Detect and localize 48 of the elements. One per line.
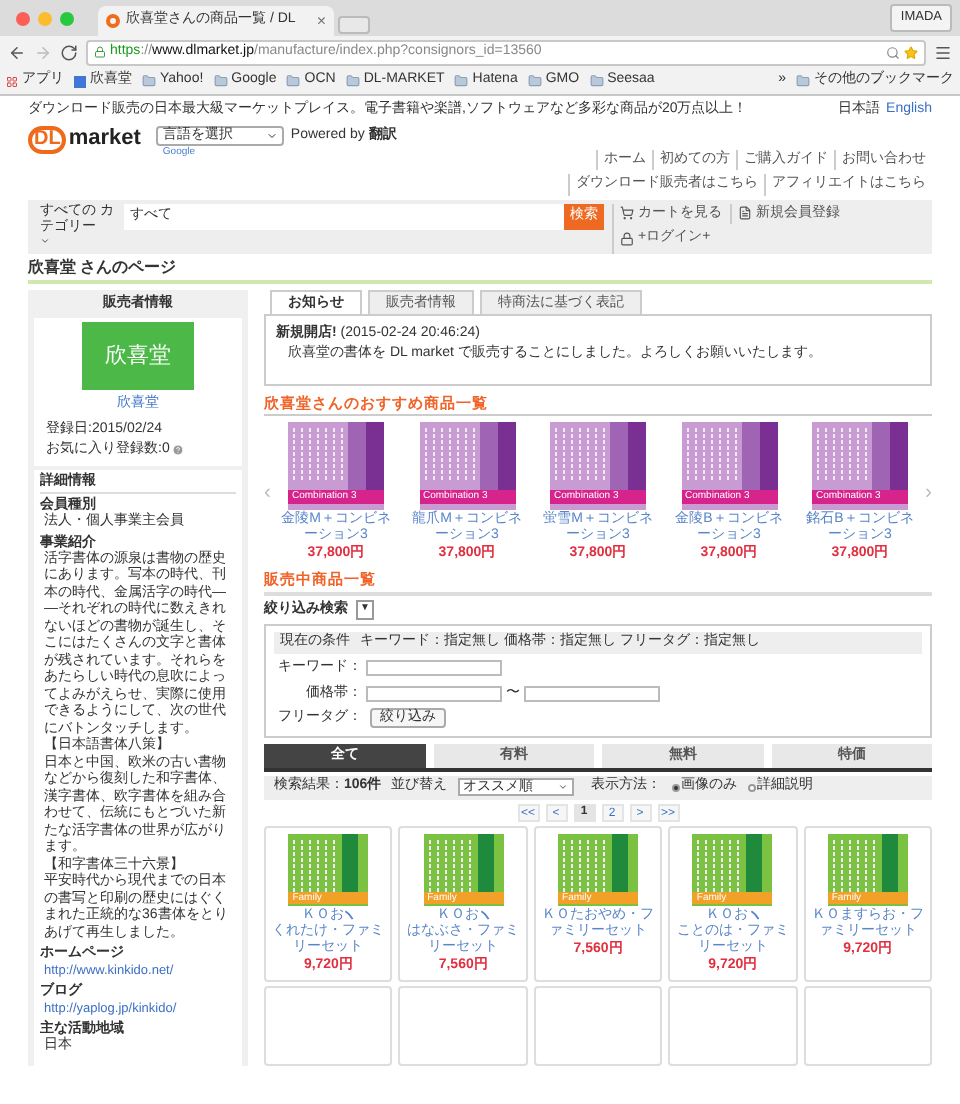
max-price-field[interactable] [524,685,660,702]
folder-icon [213,74,228,88]
menu-icon[interactable] [934,43,952,61]
chevron-down-icon [266,129,279,142]
apps-grid-icon [6,75,18,87]
folder-icon [142,74,156,88]
folder-icon [796,74,810,88]
help-icon[interactable] [171,444,184,457]
iteration-mark-icon [749,909,760,921]
chevron-down-icon [557,782,568,792]
product-artwork [681,421,777,490]
lock-icon [94,46,106,58]
chevron-down-icon [40,235,50,245]
back-icon[interactable] [8,43,26,61]
card-background [398,986,528,1066]
folder-icon [345,74,360,88]
reload-icon[interactable] [60,43,78,61]
lock-icon [620,231,634,246]
close-window-button[interactable] [16,11,30,25]
min-price-field[interactable] [366,685,502,702]
card-background [533,986,663,1066]
product-artwork [550,421,646,490]
document-icon [738,206,752,221]
iteration-mark-icon [344,909,355,921]
folder-icon [454,74,469,88]
search-icon[interactable] [886,45,900,59]
star-icon[interactable] [904,45,918,59]
dl-market-logo[interactable]: DL market [28,125,141,153]
card-background [668,986,798,1066]
iteration-mark-icon [479,909,490,921]
keyword-field[interactable] [366,660,502,677]
product-artwork [288,421,384,490]
card-background [264,986,393,1066]
close-tab-button[interactable]: × [316,9,326,33]
product-artwork [812,421,908,490]
zoom-window-button[interactable] [60,11,74,25]
minimize-window-button[interactable] [38,11,52,25]
forward-icon[interactable] [34,43,52,61]
cart-icon [620,206,634,221]
folder-icon [589,74,604,88]
product-artwork [419,421,515,490]
page-title: 欣喜堂 さんのページ [28,255,179,279]
new-tab-button[interactable] [338,16,370,34]
site-favicon [74,75,86,87]
folder-icon [286,74,301,88]
card-background [803,986,933,1066]
folder-icon [527,74,542,88]
site-favicon [106,14,120,28]
